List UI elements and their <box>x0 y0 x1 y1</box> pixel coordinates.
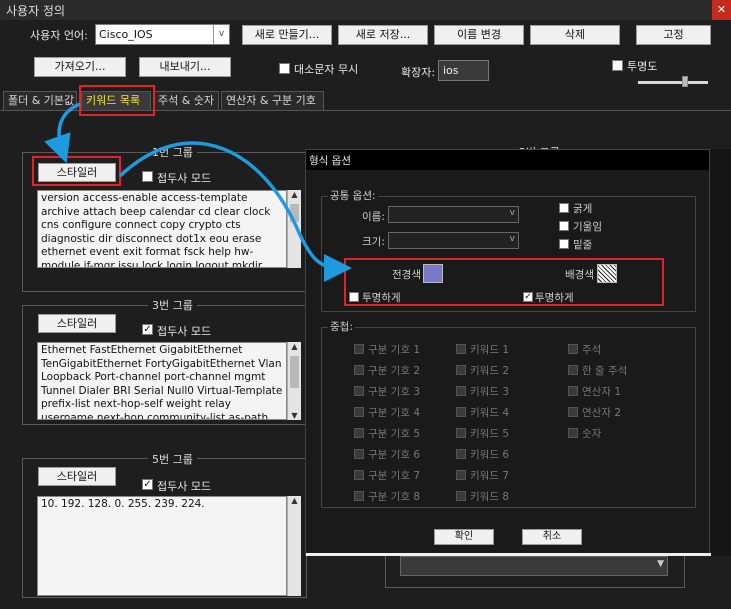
arrow-style-to-colors <box>118 141 352 282</box>
arrow-tab-to-style <box>44 102 81 164</box>
annotation-arrows <box>44 102 352 282</box>
